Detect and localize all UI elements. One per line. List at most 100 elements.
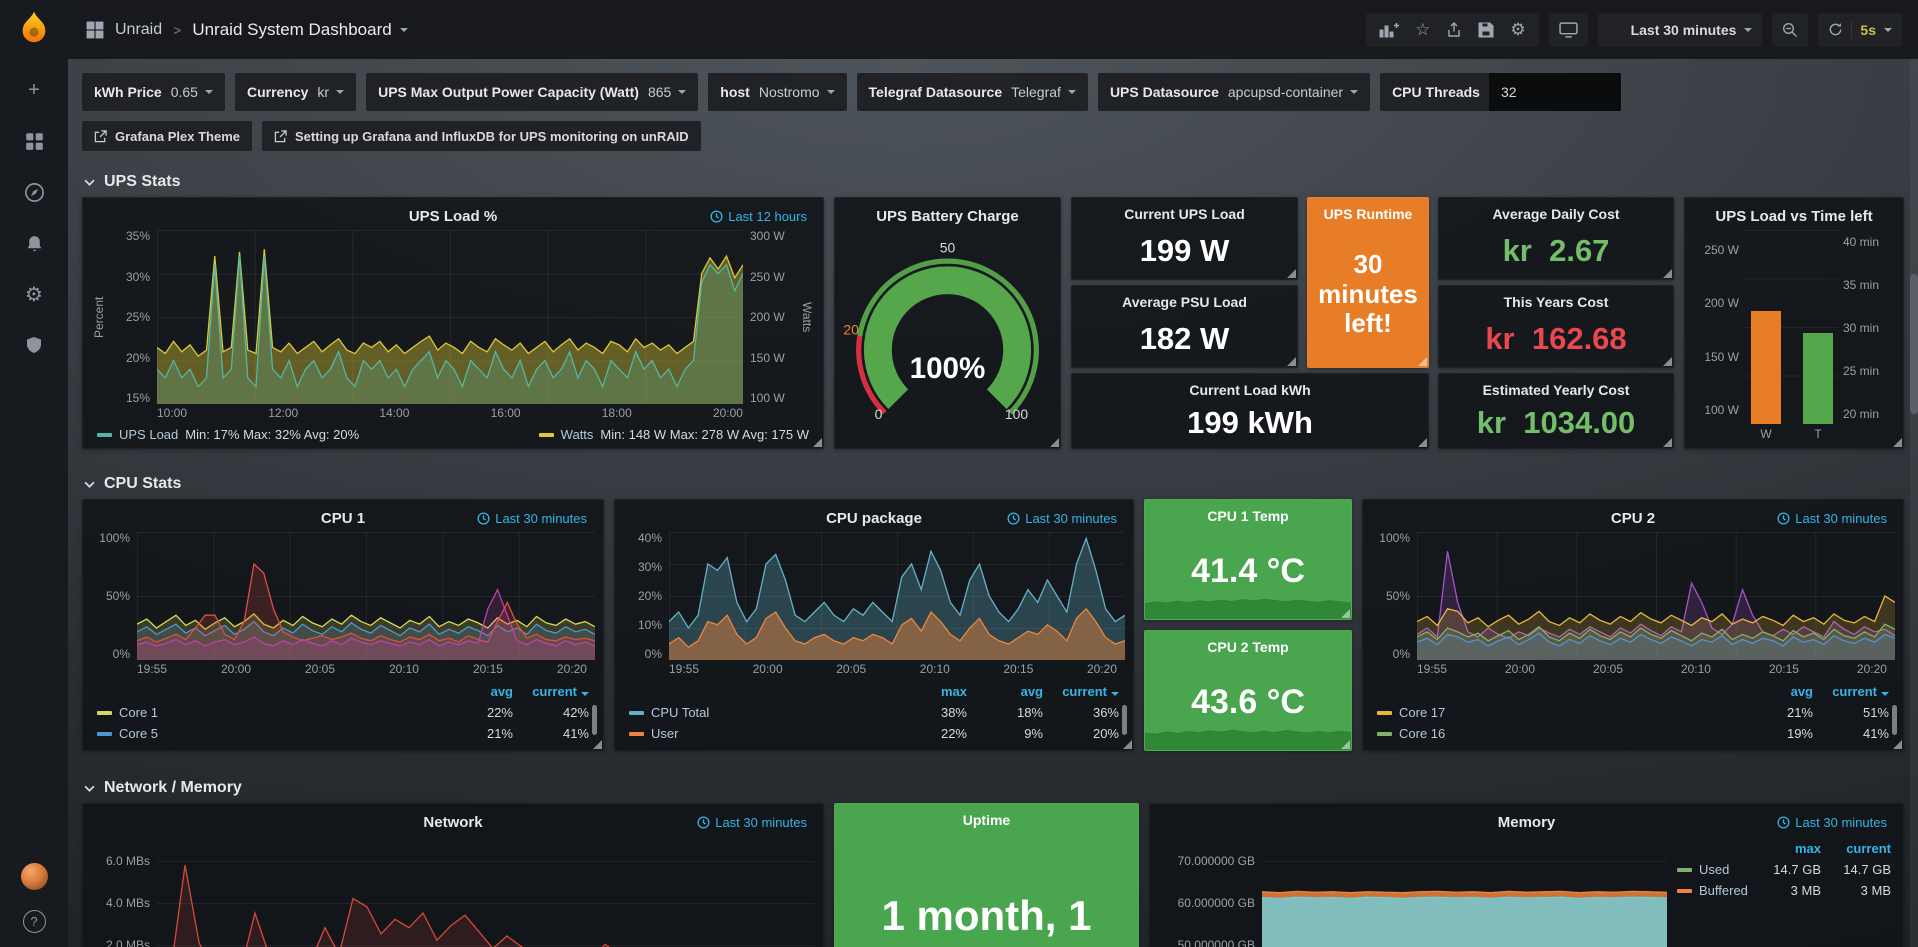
- panel-header[interactable]: Network Last 30 minutes: [91, 808, 815, 836]
- plot-area[interactable]: [157, 836, 815, 947]
- zoom-out-button[interactable]: [1772, 13, 1808, 47]
- dashboard-picker-caret[interactable]: [400, 28, 408, 32]
- legend-col-avg[interactable]: avg: [1737, 684, 1813, 699]
- axis-tick: 150 W: [750, 352, 785, 364]
- variable-kwh-price: kWh Price 0.65: [82, 73, 225, 111]
- legend-row[interactable]: Buffered 3 MB 3 MB: [1677, 880, 1891, 901]
- variable-value: kr: [317, 84, 329, 100]
- panel-current-load-kwh[interactable]: Current Load kWh 199 kWh: [1071, 373, 1429, 449]
- variable-value-dropdown[interactable]: 865: [648, 84, 686, 100]
- legend-row[interactable]: Core 1 22% 42%: [97, 702, 589, 723]
- section-network-memory[interactable]: Network / Memory: [84, 779, 1904, 797]
- refresh-button[interactable]: 5s: [1818, 13, 1902, 47]
- variable-value-dropdown[interactable]: kr: [317, 84, 344, 100]
- variable-value-dropdown[interactable]: apcupsd-container: [1228, 84, 1358, 100]
- legend-row[interactable]: Core 16 19% 41%: [1377, 723, 1889, 744]
- panel-header[interactable]: CPU 1 Last 30 minutes: [91, 504, 595, 532]
- alerting-bell-icon[interactable]: [23, 232, 45, 254]
- admin-shield-icon[interactable]: [23, 334, 45, 356]
- bar-W[interactable]: [1751, 311, 1781, 424]
- legend-row[interactable]: Used 14.7 GB 14.7 GB: [1677, 859, 1891, 880]
- bar-T[interactable]: [1803, 333, 1833, 424]
- plot-area[interactable]: [137, 532, 595, 660]
- explore-compass-icon[interactable]: [23, 181, 45, 203]
- time-range-badge[interactable]: Last 30 minutes: [477, 511, 587, 526]
- share-icon[interactable]: [1446, 22, 1462, 38]
- apps-grid-icon[interactable]: [86, 21, 104, 39]
- time-range-badge[interactable]: Last 30 minutes: [1777, 511, 1887, 526]
- legend-col-max[interactable]: max: [1751, 841, 1821, 856]
- help-icon[interactable]: ?: [23, 910, 46, 933]
- panel-header[interactable]: CPU 2 Last 30 minutes: [1371, 504, 1895, 532]
- panel-cpu2-temp[interactable]: CPU 2 Temp 43.6 °C: [1144, 630, 1352, 751]
- axis-tick: 60.000000 GB: [1178, 897, 1255, 909]
- panel-average-daily-cost[interactable]: Average Daily Cost kr 2.67: [1438, 197, 1674, 280]
- bar-plot-area[interactable]: [1745, 230, 1839, 424]
- legend-item[interactable]: Watts Min: 148 W Max: 278 W Avg: 175 W: [539, 427, 809, 442]
- legend-col-current[interactable]: current: [1813, 684, 1889, 699]
- legend-col-max[interactable]: max: [891, 684, 967, 699]
- plot-area[interactable]: [669, 532, 1125, 660]
- grafana-logo[interactable]: [13, 9, 55, 51]
- panel-cpu1-temp[interactable]: CPU 1 Temp 41.4 °C: [1144, 499, 1352, 620]
- link-grafana-influxdb-guide[interactable]: Setting up Grafana and InfluxDB for UPS …: [262, 121, 701, 151]
- legend-row[interactable]: Core 5 21% 41%: [97, 723, 589, 744]
- legend-col-current[interactable]: current: [1043, 684, 1119, 699]
- breadcrumb-app[interactable]: Unraid: [115, 21, 162, 39]
- zoom-out-icon: [1782, 22, 1798, 38]
- panel-header[interactable]: UPS Battery Charge: [843, 202, 1052, 230]
- panel-average-psu-load[interactable]: Average PSU Load 182 W: [1071, 285, 1298, 368]
- time-range-badge[interactable]: Last 30 minutes: [697, 815, 807, 830]
- create-plus-icon[interactable]: +: [23, 79, 45, 101]
- panel-current-ups-load[interactable]: Current UPS Load 199 W: [1071, 197, 1298, 280]
- star-icon[interactable]: ☆: [1415, 20, 1430, 40]
- panel-this-years-cost[interactable]: This Years Cost kr 162.68: [1438, 285, 1674, 368]
- variable-value-dropdown[interactable]: Telegraf: [1011, 84, 1076, 100]
- link-grafana-plex-theme[interactable]: Grafana Plex Theme: [82, 121, 252, 151]
- bar-chart-mid: W T: [1745, 230, 1839, 442]
- plot-area[interactable]: [157, 230, 743, 404]
- dashboard-settings-gear-icon[interactable]: ⚙: [1510, 20, 1525, 40]
- user-avatar[interactable]: [21, 863, 48, 890]
- section-cpu-stats[interactable]: CPU Stats: [84, 475, 1904, 493]
- time-range-label: Last 30 minutes: [1631, 22, 1737, 38]
- save-icon[interactable]: [1478, 22, 1494, 38]
- dashboards-icon[interactable]: [23, 130, 45, 152]
- legend-row[interactable]: CPU Total 38% 18% 36%: [629, 702, 1119, 723]
- plot-area[interactable]: [1262, 836, 1667, 947]
- legend-col-current[interactable]: current: [513, 684, 589, 699]
- legend-col-current[interactable]: current: [1821, 841, 1891, 856]
- time-range-badge[interactable]: Last 30 minutes: [1007, 511, 1117, 526]
- legend-row[interactable]: User 22% 9% 20%: [629, 723, 1119, 744]
- page-scrollbar-thumb[interactable]: [1910, 274, 1918, 414]
- dashboard-title[interactable]: Unraid System Dashboard: [192, 20, 407, 40]
- add-panel-icon[interactable]: [1379, 22, 1399, 38]
- configuration-gear-icon[interactable]: ⚙: [23, 283, 45, 305]
- refresh-interval-caret: [1884, 28, 1892, 32]
- svg-text:100: 100: [1005, 406, 1028, 422]
- panel-header[interactable]: Memory Last 30 minutes: [1158, 808, 1895, 836]
- time-picker-button[interactable]: Last 30 minutes: [1598, 13, 1763, 47]
- panel-ups-runtime[interactable]: UPS Runtime 30 minutes left!: [1307, 197, 1429, 368]
- variable-value-dropdown[interactable]: Nostromo: [759, 84, 835, 100]
- variable-value-dropdown[interactable]: 0.65: [171, 84, 213, 100]
- panel-header[interactable]: UPS Load % Last 12 hours: [91, 202, 815, 230]
- page-scrollbar[interactable]: [1910, 59, 1918, 947]
- panel-title: CPU package: [826, 510, 922, 527]
- cycle-view-button[interactable]: [1549, 13, 1588, 47]
- panel-header[interactable]: CPU package Last 30 minutes: [623, 504, 1125, 532]
- time-range-badge[interactable]: Last 12 hours: [710, 209, 807, 224]
- legend-col-avg[interactable]: avg: [437, 684, 513, 699]
- section-ups-stats[interactable]: UPS Stats: [84, 173, 1904, 191]
- legend-col-avg[interactable]: avg: [967, 684, 1043, 699]
- time-range-badge[interactable]: Last 30 minutes: [1777, 815, 1887, 830]
- panel-header[interactable]: UPS Load vs Time left: [1693, 202, 1895, 230]
- plot-area[interactable]: [1417, 532, 1895, 660]
- legend-item[interactable]: UPS Load Min: 17% Max: 32% Avg: 20%: [97, 427, 359, 442]
- cpu-threads-input[interactable]: 32: [1489, 73, 1621, 111]
- panel-estimated-yearly-cost[interactable]: Estimated Yearly Cost kr 1034.00: [1438, 373, 1674, 449]
- legend-row[interactable]: Core 17 21% 51%: [1377, 702, 1889, 723]
- axis-tick: 20 min: [1843, 408, 1879, 420]
- axis-tick: 16:00: [491, 407, 521, 422]
- panel-uptime[interactable]: Uptime 1 month, 1: [834, 803, 1139, 947]
